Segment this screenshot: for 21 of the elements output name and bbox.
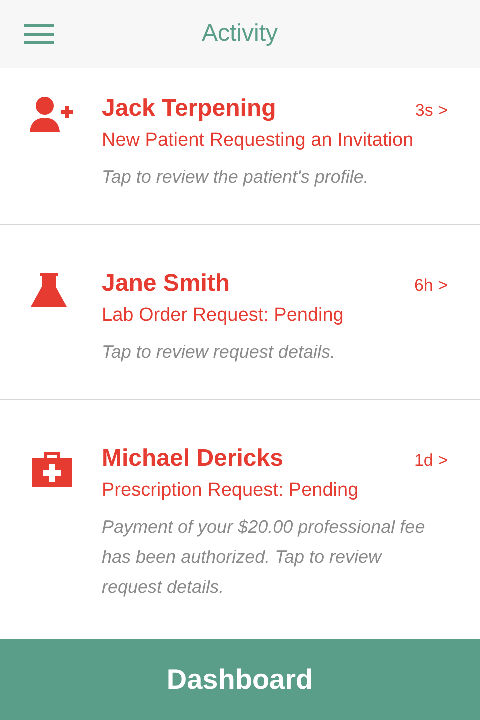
dashboard-button[interactable]: Dashboard	[0, 639, 480, 720]
first-aid-kit-icon	[30, 450, 74, 488]
time-ago: 6h >	[414, 275, 448, 297]
activity-row[interactable]: Jack Terpening 3s > New Patient Requesting an Invitation Tap to review the patient's profile.	[0, 68, 480, 225]
user-plus-icon	[30, 96, 74, 134]
time-ago: 3s >	[415, 100, 448, 122]
patient-name: Michael Dericks	[102, 444, 284, 474]
request-note: Tap to review request details.	[102, 341, 336, 364]
screen-title: Activity	[202, 19, 278, 49]
activity-row[interactable]: Michael Dericks 1d > Prescription Request: Pending Payment of your $20.00 professional fee has been authorized. Tap to review request details.	[0, 400, 480, 634]
activity-row[interactable]: Jane Smith 6h > Lab Order Request: Pending Tap to review request details.	[0, 225, 480, 400]
request-subtitle: New Patient Requesting an Invitation	[102, 129, 415, 153]
request-note: Tap to review the patient's profile.	[102, 166, 370, 189]
menu-icon[interactable]	[24, 24, 54, 44]
request-note: Payment of your $20.00 professional fee has been authorized. Tap to review request details.	[102, 516, 426, 599]
request-subtitle: Prescription Request: Pending	[102, 479, 360, 503]
time-ago: 1d >	[414, 450, 448, 472]
patient-name: Jack Terpening	[102, 94, 276, 124]
patient-name: Jane Smith	[102, 269, 230, 299]
request-subtitle: Lab Order Request: Pending	[102, 304, 345, 328]
flask-icon	[30, 271, 68, 309]
